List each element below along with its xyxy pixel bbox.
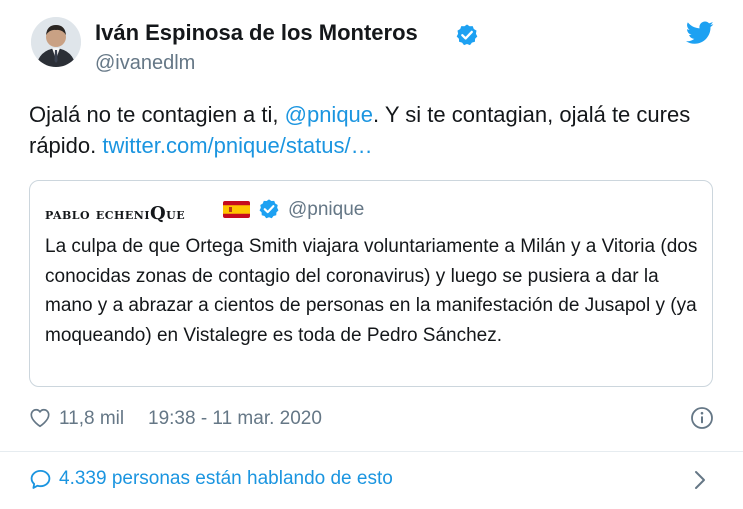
author-name[interactable]: Iván Espinosa de los Monteros: [95, 20, 418, 46]
avatar[interactable]: [31, 17, 81, 67]
quoted-name-part-end: ue: [166, 205, 186, 223]
quoted-tweet[interactable]: pablo echeniQue @pnique La culpa de que …: [29, 180, 713, 387]
speech-bubble-icon[interactable]: [29, 468, 52, 491]
info-icon[interactable]: [690, 406, 714, 430]
twitter-bird-icon[interactable]: [686, 20, 714, 46]
author-handle[interactable]: @ivanedlm: [95, 52, 195, 75]
tweet-text-prefix: Ojalá no te contagien a ti,: [29, 102, 285, 127]
chevron-right-icon[interactable]: [692, 469, 708, 491]
verified-badge-icon: [259, 199, 279, 219]
verified-badge-icon: [456, 24, 478, 46]
timestamp[interactable]: 19:38 - 11 mar. 2020: [148, 408, 322, 430]
quoted-name-part: pablo echeni: [45, 205, 150, 223]
quoted-author-handle[interactable]: @pnique: [288, 199, 364, 221]
divider: [0, 451, 743, 452]
heart-icon[interactable]: [29, 407, 51, 429]
status-link[interactable]: twitter.com/pnique/status/…: [102, 133, 372, 158]
spain-flag-icon: [223, 201, 250, 218]
quoted-name-cap: Q: [149, 203, 167, 224]
quoted-author-name[interactable]: pablo echeniQue: [45, 203, 185, 224]
tweet-text: Ojalá no te contagien a ti, @pnique. Y s…: [29, 99, 709, 161]
mention-link[interactable]: @pnique: [285, 102, 373, 127]
quoted-tweet-text: La culpa de que Ortega Smith viajara vol…: [45, 236, 698, 346]
conversation-link[interactable]: 4.339 personas están hablando de esto: [59, 468, 393, 490]
like-count[interactable]: 11,8 mil: [59, 408, 124, 430]
